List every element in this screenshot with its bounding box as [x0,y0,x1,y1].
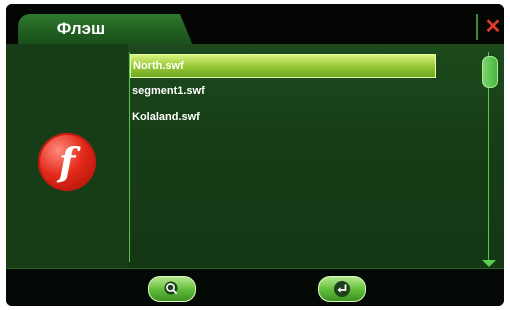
enter-button[interactable] [318,276,366,302]
scroll-down-arrow-icon[interactable] [482,260,496,267]
bottom-toolbar [6,268,504,306]
scrollbar-thumb[interactable] [482,56,498,88]
search-icon [164,281,178,295]
list-item[interactable]: segment1.swf [130,78,436,104]
enter-return-icon [334,281,350,297]
search-button[interactable] [148,276,196,302]
close-separator [476,14,478,40]
file-list[interactable]: North.swf segment1.swf Kolaland.swf [130,54,436,264]
close-icon[interactable]: ✕ [482,14,504,40]
list-item[interactable]: Kolaland.swf [130,104,436,130]
tab-title: Флэш [56,19,106,38]
app-window: Флэш ✕ f North.swf segment1.swf Kolaland… [6,4,504,306]
flash-player-icon: f [38,133,96,191]
list-item[interactable]: North.swf [130,54,436,78]
